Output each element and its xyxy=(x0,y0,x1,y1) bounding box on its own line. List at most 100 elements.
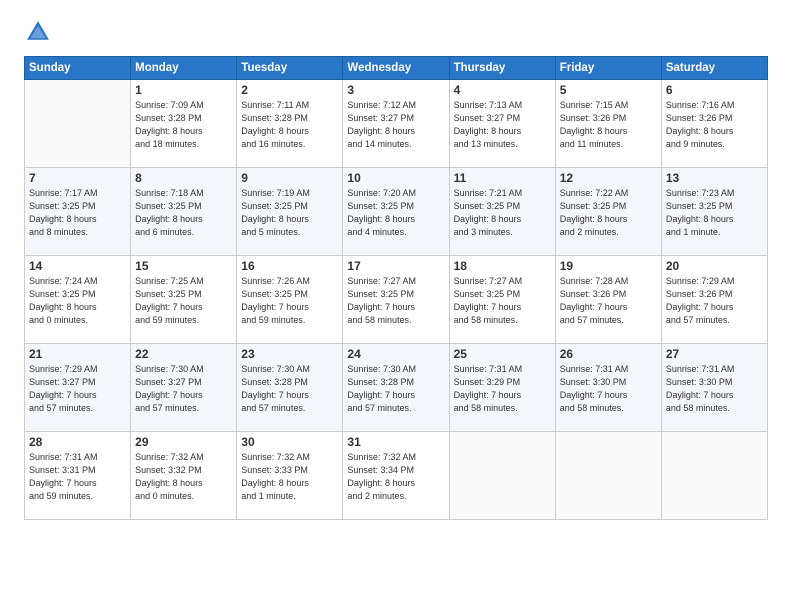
weekday-header-thursday: Thursday xyxy=(449,57,555,80)
calendar-cell: 4 Sunrise: 7:13 AM Sunset: 3:27 PM Daylig… xyxy=(449,80,555,168)
day-number: 19 xyxy=(560,259,657,273)
calendar-week-row: 28Sunrise: 7:31 AM Sunset: 3:31 PM Dayli… xyxy=(25,432,768,520)
day-info: Sunrise: 7:24 AM Sunset: 3:25 PM Dayligh… xyxy=(29,275,126,327)
day-number: 16 xyxy=(241,259,338,273)
day-info: Sunrise: 7:32 AM Sunset: 3:32 PM Dayligh… xyxy=(135,451,232,503)
calendar-week-row: 14 Sunrise: 7:24 AM Sunset: 3:25 PM Dayli… xyxy=(25,256,768,344)
day-info: Sunrise: 7:32 AM Sunset: 3:34 PM Dayligh… xyxy=(347,451,444,503)
calendar-cell: 17 Sunrise: 7:27 AM Sunset: 3:25 PM Dayli… xyxy=(343,256,449,344)
day-info: Sunrise: 7:27 AM Sunset: 3:25 PM Dayligh… xyxy=(454,275,551,327)
day-info: Sunrise: 7:28 AM Sunset: 3:26 PM Dayligh… xyxy=(560,275,657,327)
day-info: Sunrise: 7:13 AM Sunset: 3:27 PM Dayligh… xyxy=(454,99,551,151)
calendar-week-row: 21Sunrise: 7:29 AM Sunset: 3:27 PM Dayli… xyxy=(25,344,768,432)
weekday-header-sunday: Sunday xyxy=(25,57,131,80)
logo xyxy=(24,18,56,46)
day-number: 12 xyxy=(560,171,657,185)
day-info: Sunrise: 7:31 AM Sunset: 3:30 PM Dayligh… xyxy=(560,363,657,415)
day-info: Sunrise: 7:20 AM Sunset: 3:25 PM Dayligh… xyxy=(347,187,444,239)
day-info: Sunrise: 7:31 AM Sunset: 3:30 PM Dayligh… xyxy=(666,363,763,415)
calendar-cell: 12 Sunrise: 7:22 AM Sunset: 3:25 PM Dayli… xyxy=(555,168,661,256)
day-info: Sunrise: 7:30 AM Sunset: 3:27 PM Dayligh… xyxy=(135,363,232,415)
day-number: 20 xyxy=(666,259,763,273)
day-number: 17 xyxy=(347,259,444,273)
day-number: 2 xyxy=(241,83,338,97)
weekday-header-wednesday: Wednesday xyxy=(343,57,449,80)
day-number: 31 xyxy=(347,435,444,449)
calendar-cell: 30Sunrise: 7:32 AM Sunset: 3:33 PM Dayli… xyxy=(237,432,343,520)
calendar-cell: 7 Sunrise: 7:17 AM Sunset: 3:25 PM Daylig… xyxy=(25,168,131,256)
calendar-cell: 31 Sunrise: 7:32 AM Sunset: 3:34 PM Dayli… xyxy=(343,432,449,520)
calendar-cell: 25 Sunrise: 7:31 AM Sunset: 3:29 PM Dayli… xyxy=(449,344,555,432)
calendar-cell: 27 Sunrise: 7:31 AM Sunset: 3:30 PM Dayli… xyxy=(661,344,767,432)
day-info: Sunrise: 7:26 AM Sunset: 3:25 PM Dayligh… xyxy=(241,275,338,327)
day-info: Sunrise: 7:09 AM Sunset: 3:28 PM Dayligh… xyxy=(135,99,232,151)
day-info: Sunrise: 7:29 AM Sunset: 3:26 PM Dayligh… xyxy=(666,275,763,327)
day-info: Sunrise: 7:19 AM Sunset: 3:25 PM Dayligh… xyxy=(241,187,338,239)
calendar-cell: 6 Sunrise: 7:16 AM Sunset: 3:26 PM Daylig… xyxy=(661,80,767,168)
calendar-cell: 9 Sunrise: 7:19 AM Sunset: 3:25 PM Daylig… xyxy=(237,168,343,256)
day-number: 27 xyxy=(666,347,763,361)
calendar-cell: 11 Sunrise: 7:21 AM Sunset: 3:25 PM Dayli… xyxy=(449,168,555,256)
weekday-header-row: SundayMondayTuesdayWednesdayThursdayFrid… xyxy=(25,57,768,80)
day-number: 5 xyxy=(560,83,657,97)
calendar-cell xyxy=(449,432,555,520)
calendar-cell: 10 Sunrise: 7:20 AM Sunset: 3:25 PM Dayli… xyxy=(343,168,449,256)
calendar-cell: 3 Sunrise: 7:12 AM Sunset: 3:27 PM Daylig… xyxy=(343,80,449,168)
calendar-cell: 1 Sunrise: 7:09 AM Sunset: 3:28 PM Daylig… xyxy=(131,80,237,168)
weekday-header-saturday: Saturday xyxy=(661,57,767,80)
day-info: Sunrise: 7:12 AM Sunset: 3:27 PM Dayligh… xyxy=(347,99,444,151)
day-info: Sunrise: 7:21 AM Sunset: 3:25 PM Dayligh… xyxy=(454,187,551,239)
day-number: 4 xyxy=(454,83,551,97)
day-info: Sunrise: 7:16 AM Sunset: 3:26 PM Dayligh… xyxy=(666,99,763,151)
day-number: 3 xyxy=(347,83,444,97)
day-number: 1 xyxy=(135,83,232,97)
calendar-cell: 16 Sunrise: 7:26 AM Sunset: 3:25 PM Dayli… xyxy=(237,256,343,344)
day-info: Sunrise: 7:31 AM Sunset: 3:31 PM Dayligh… xyxy=(29,451,126,503)
day-info: Sunrise: 7:30 AM Sunset: 3:28 PM Dayligh… xyxy=(241,363,338,415)
calendar-cell: 14 Sunrise: 7:24 AM Sunset: 3:25 PM Dayli… xyxy=(25,256,131,344)
day-number: 15 xyxy=(135,259,232,273)
calendar-week-row: 7 Sunrise: 7:17 AM Sunset: 3:25 PM Daylig… xyxy=(25,168,768,256)
day-number: 14 xyxy=(29,259,126,273)
day-info: Sunrise: 7:25 AM Sunset: 3:25 PM Dayligh… xyxy=(135,275,232,327)
calendar-week-row: 1 Sunrise: 7:09 AM Sunset: 3:28 PM Daylig… xyxy=(25,80,768,168)
day-number: 13 xyxy=(666,171,763,185)
day-info: Sunrise: 7:27 AM Sunset: 3:25 PM Dayligh… xyxy=(347,275,444,327)
calendar-cell: 8Sunrise: 7:18 AM Sunset: 3:25 PM Daylig… xyxy=(131,168,237,256)
calendar-cell: 26 Sunrise: 7:31 AM Sunset: 3:30 PM Dayli… xyxy=(555,344,661,432)
day-number: 24 xyxy=(347,347,444,361)
page: SundayMondayTuesdayWednesdayThursdayFrid… xyxy=(0,0,792,612)
calendar-cell xyxy=(555,432,661,520)
day-number: 29 xyxy=(135,435,232,449)
header xyxy=(24,18,768,46)
day-number: 9 xyxy=(241,171,338,185)
day-number: 7 xyxy=(29,171,126,185)
day-info: Sunrise: 7:17 AM Sunset: 3:25 PM Dayligh… xyxy=(29,187,126,239)
day-number: 21 xyxy=(29,347,126,361)
day-number: 6 xyxy=(666,83,763,97)
calendar-cell: 13 Sunrise: 7:23 AM Sunset: 3:25 PM Dayli… xyxy=(661,168,767,256)
calendar-cell: 15 Sunrise: 7:25 AM Sunset: 3:25 PM Dayli… xyxy=(131,256,237,344)
day-number: 22 xyxy=(135,347,232,361)
calendar-cell: 18Sunrise: 7:27 AM Sunset: 3:25 PM Dayli… xyxy=(449,256,555,344)
weekday-header-tuesday: Tuesday xyxy=(237,57,343,80)
day-info: Sunrise: 7:11 AM Sunset: 3:28 PM Dayligh… xyxy=(241,99,338,151)
calendar-cell: 23Sunrise: 7:30 AM Sunset: 3:28 PM Dayli… xyxy=(237,344,343,432)
day-number: 11 xyxy=(454,171,551,185)
calendar-cell xyxy=(661,432,767,520)
calendar-cell: 19 Sunrise: 7:28 AM Sunset: 3:26 PM Dayli… xyxy=(555,256,661,344)
day-number: 10 xyxy=(347,171,444,185)
logo-icon xyxy=(24,18,52,46)
weekday-header-monday: Monday xyxy=(131,57,237,80)
calendar-cell: 24 Sunrise: 7:30 AM Sunset: 3:28 PM Dayli… xyxy=(343,344,449,432)
day-info: Sunrise: 7:18 AM Sunset: 3:25 PM Dayligh… xyxy=(135,187,232,239)
day-info: Sunrise: 7:22 AM Sunset: 3:25 PM Dayligh… xyxy=(560,187,657,239)
day-number: 26 xyxy=(560,347,657,361)
weekday-header-friday: Friday xyxy=(555,57,661,80)
calendar-table: SundayMondayTuesdayWednesdayThursdayFrid… xyxy=(24,56,768,520)
day-number: 25 xyxy=(454,347,551,361)
day-info: Sunrise: 7:30 AM Sunset: 3:28 PM Dayligh… xyxy=(347,363,444,415)
day-info: Sunrise: 7:31 AM Sunset: 3:29 PM Dayligh… xyxy=(454,363,551,415)
calendar-cell: 2 Sunrise: 7:11 AM Sunset: 3:28 PM Daylig… xyxy=(237,80,343,168)
day-info: Sunrise: 7:23 AM Sunset: 3:25 PM Dayligh… xyxy=(666,187,763,239)
